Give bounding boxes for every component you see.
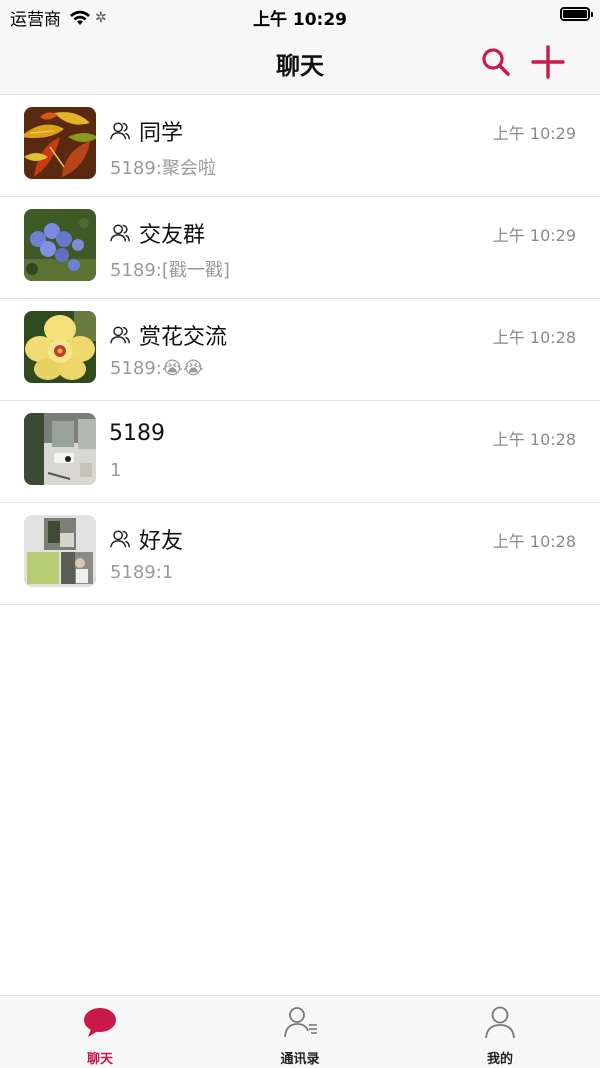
chat-row[interactable]: 交友群 上午 10:29 5189:[戳一戳] bbox=[0, 197, 600, 299]
contacts-icon bbox=[284, 1007, 317, 1038]
chat-list: 同学 上午 10:29 5189:聚会啦 交友群 上午 10:29 5189:[… bbox=[0, 95, 600, 605]
chat-preview: 5189:聚会啦 bbox=[110, 158, 216, 179]
group-icon bbox=[110, 224, 130, 242]
tab-me[interactable]: 我的 bbox=[400, 996, 600, 1068]
chat-preview: 5189:1 bbox=[110, 562, 174, 583]
chat-time: 上午 10:28 bbox=[492, 328, 576, 347]
tab-label: 通讯录 bbox=[280, 1052, 320, 1067]
battery-icon bbox=[560, 7, 593, 21]
chat-avatar bbox=[24, 209, 96, 281]
chat-avatar bbox=[24, 413, 96, 485]
tab-contacts[interactable]: 通讯录 bbox=[200, 996, 400, 1068]
chat-preview: 1 bbox=[110, 460, 122, 481]
tab-label: 聊天 bbox=[86, 1052, 113, 1067]
chat-row[interactable]: 赏花交流 上午 10:28 5189:😭😭 bbox=[0, 299, 600, 401]
chat-name: 同学 bbox=[139, 121, 184, 146]
tab-bar: 聊天 通讯录 我的 bbox=[0, 995, 600, 1068]
group-icon bbox=[110, 326, 130, 344]
tab-chat[interactable]: 聊天 bbox=[0, 996, 200, 1068]
chat-preview: 5189:[戳一戳] bbox=[110, 260, 230, 281]
chat-time: 上午 10:28 bbox=[492, 532, 576, 551]
chat-name-line: 好友 bbox=[109, 523, 183, 555]
group-icon bbox=[110, 122, 130, 140]
chat-name-line: 5189 bbox=[109, 421, 165, 446]
chat-preview: 5189:😭😭 bbox=[110, 358, 204, 379]
navigation-bar: 聊天 bbox=[0, 32, 600, 95]
chat-time: 上午 10:29 bbox=[492, 226, 576, 245]
search-button[interactable] bbox=[478, 44, 514, 80]
tab-label: 我的 bbox=[486, 1052, 513, 1067]
chat-name: 5189 bbox=[109, 421, 165, 446]
person-icon bbox=[485, 1006, 515, 1039]
chat-row[interactable]: 5189 上午 10:28 1 bbox=[0, 401, 600, 503]
chat-name-line: 赏花交流 bbox=[109, 319, 227, 351]
chat-row[interactable]: 好友 上午 10:28 5189:1 bbox=[0, 503, 600, 605]
status-bar: 运营商 ✲ 上午 10:29 bbox=[0, 0, 600, 32]
chat-avatar bbox=[24, 107, 96, 179]
chat-bubble-icon bbox=[84, 1008, 116, 1037]
chat-name: 好友 bbox=[139, 529, 184, 554]
chat-time: 上午 10:29 bbox=[492, 124, 576, 143]
chat-avatar bbox=[24, 311, 96, 383]
chat-name-line: 交友群 bbox=[109, 217, 205, 249]
chat-row[interactable]: 同学 上午 10:29 5189:聚会啦 bbox=[0, 95, 600, 197]
chat-time: 上午 10:28 bbox=[492, 430, 576, 449]
chat-name-line: 同学 bbox=[109, 115, 183, 147]
add-button[interactable] bbox=[530, 44, 566, 80]
plus-icon bbox=[531, 45, 565, 79]
chat-name: 交友群 bbox=[139, 223, 206, 248]
chat-name: 赏花交流 bbox=[139, 325, 228, 350]
search-icon bbox=[482, 48, 510, 76]
group-icon bbox=[110, 530, 130, 548]
chat-avatar bbox=[24, 515, 96, 587]
status-time: 上午 10:29 bbox=[252, 10, 348, 30]
